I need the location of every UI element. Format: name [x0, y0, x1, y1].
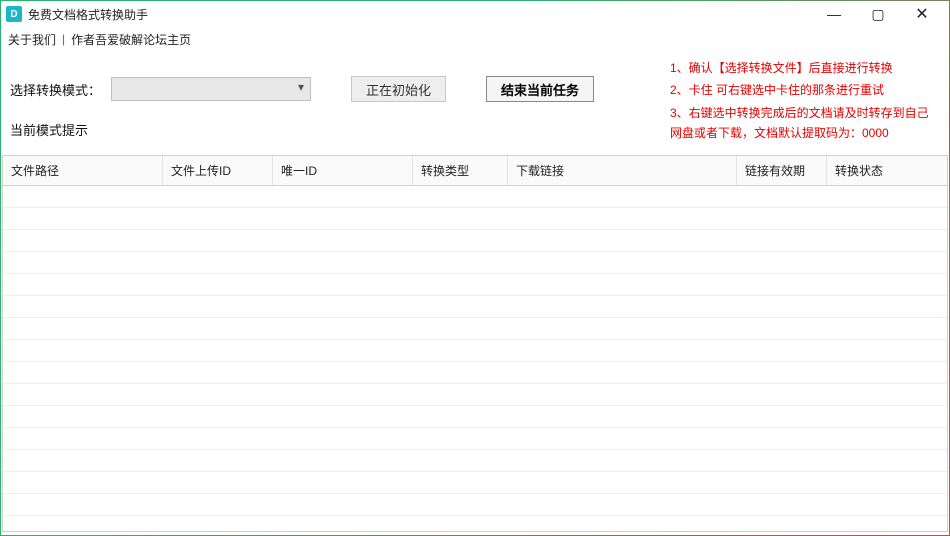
col-download-link[interactable]: 下载链接: [508, 156, 737, 185]
tip-line-3: 3、右键选中转换完成后的文档请及时转存到自己网盘或者下载，文档默认提取码为：00…: [670, 103, 940, 144]
titlebar: D 免费文档格式转换助手 — ▢ ✕: [0, 0, 950, 28]
table-row[interactable]: [3, 428, 947, 450]
toolbar: 选择转换模式： 正在初始化 结束当前任务 当前模式提示 1、确认【选择转换文件】…: [0, 50, 950, 150]
mode-select[interactable]: [111, 77, 311, 101]
table-row[interactable]: [3, 296, 947, 318]
col-convert-type[interactable]: 转换类型: [413, 156, 508, 185]
table-row[interactable]: [3, 208, 947, 230]
table-row[interactable]: [3, 472, 947, 494]
table-row[interactable]: [3, 384, 947, 406]
table-row[interactable]: [3, 230, 947, 252]
menu-author-page[interactable]: 作者吾爱破解论坛主页: [71, 31, 191, 48]
table-row[interactable]: [3, 252, 947, 274]
close-button[interactable]: ✕: [900, 1, 944, 27]
tip-line-1: 1、确认【选择转换文件】后直接进行转换: [670, 58, 940, 78]
app-icon: D: [6, 6, 22, 22]
initializing-button[interactable]: 正在初始化: [351, 76, 446, 102]
grid-header: 文件路径 文件上传ID 唯一ID 转换类型 下载链接 链接有效期 转换状态: [3, 156, 947, 186]
table-row[interactable]: [3, 494, 947, 516]
menu-separator: |: [62, 32, 65, 46]
menubar: 关于我们 | 作者吾爱破解论坛主页: [0, 28, 950, 50]
col-upload-id[interactable]: 文件上传ID: [163, 156, 273, 185]
grid-body[interactable]: [3, 186, 947, 531]
col-link-valid[interactable]: 链接有效期: [737, 156, 827, 185]
col-file-path[interactable]: 文件路径: [3, 156, 163, 185]
mode-label: 选择转换模式：: [10, 80, 101, 99]
maximize-button[interactable]: ▢: [856, 1, 900, 27]
tip-line-2: 2、卡住 可右键选中卡住的那条进行重试: [670, 80, 940, 100]
col-unique-id[interactable]: 唯一ID: [273, 156, 413, 185]
table-row[interactable]: [3, 406, 947, 428]
table-row[interactable]: [3, 318, 947, 340]
table-row[interactable]: [3, 340, 947, 362]
table-row[interactable]: [3, 362, 947, 384]
table-row[interactable]: [3, 186, 947, 208]
menu-about[interactable]: 关于我们: [8, 31, 56, 48]
current-mode-hint: 当前模式提示: [10, 120, 594, 139]
table-row[interactable]: [3, 274, 947, 296]
table-row[interactable]: [3, 450, 947, 472]
window-title: 免费文档格式转换助手: [28, 6, 148, 23]
data-grid[interactable]: 文件路径 文件上传ID 唯一ID 转换类型 下载链接 链接有效期 转换状态: [2, 155, 948, 532]
end-task-button[interactable]: 结束当前任务: [486, 76, 594, 102]
tips-panel: 1、确认【选择转换文件】后直接进行转换 2、卡住 可右键选中卡住的那条进行重试 …: [670, 58, 940, 146]
col-status[interactable]: 转换状态: [827, 156, 947, 185]
minimize-button[interactable]: —: [812, 1, 856, 27]
window-controls: — ▢ ✕: [812, 1, 944, 27]
